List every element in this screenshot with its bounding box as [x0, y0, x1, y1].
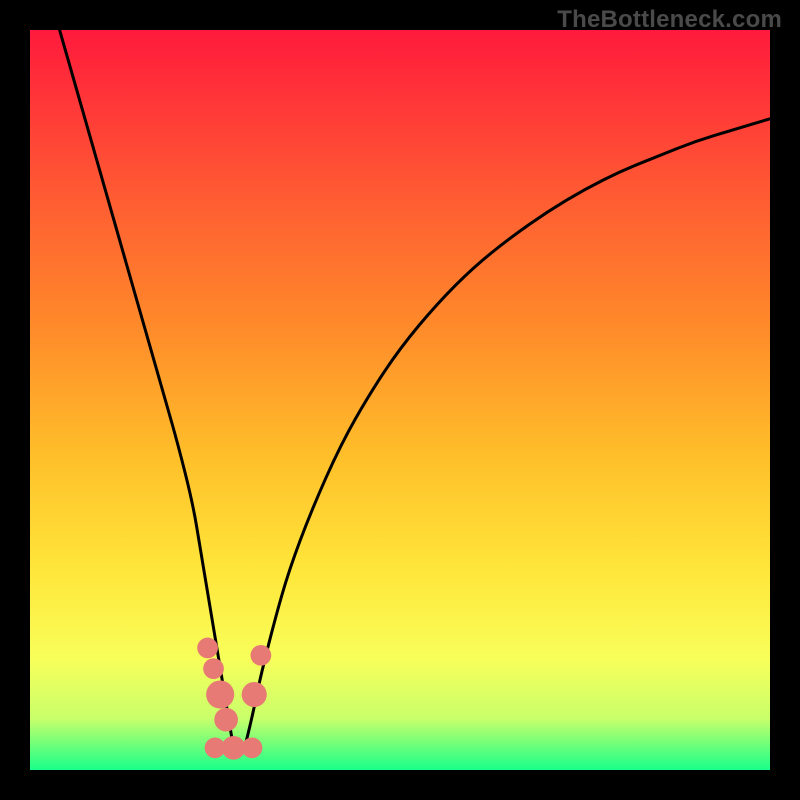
data-marker	[203, 658, 224, 679]
data-marker	[242, 682, 267, 707]
data-marker	[242, 737, 263, 758]
chart-frame: TheBottleneck.com	[0, 0, 800, 800]
data-marker	[206, 680, 234, 708]
data-marker	[197, 638, 218, 659]
data-marker	[214, 708, 238, 732]
plot-area	[30, 30, 770, 770]
data-marker	[251, 645, 272, 666]
gradient-background	[30, 30, 770, 770]
chart-svg	[30, 30, 770, 770]
